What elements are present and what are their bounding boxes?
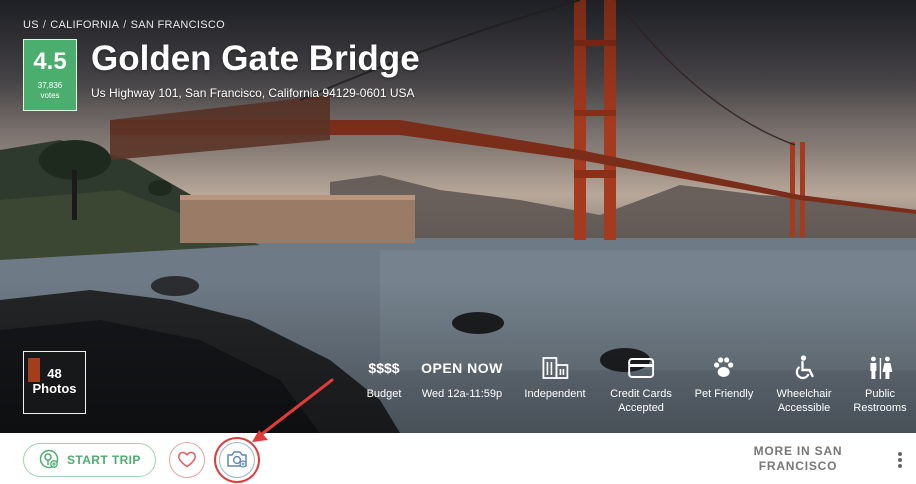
features-bar: $$$$ Budget OPEN NOW Wed 12a-11:59p Inde…: [0, 355, 916, 425]
price-icon: $$$$: [368, 360, 400, 376]
restroom-icon: [853, 355, 906, 381]
paw-icon: [695, 355, 754, 381]
feature-budget: $$$$ Budget: [367, 355, 402, 401]
feature-label: Independent: [524, 388, 586, 400]
camera-add-icon: [226, 449, 248, 472]
feature-hours: OPEN NOW Wed 12a-11:59p: [421, 355, 503, 401]
heart-icon: [177, 450, 197, 471]
building-icon: [524, 355, 585, 381]
rating-score: 4.5: [33, 48, 67, 75]
open-now-status: OPEN NOW: [421, 360, 503, 376]
page-title: Golden Gate Bridge: [91, 39, 420, 78]
place-address: Us Highway 101, San Francisco, Californi…: [91, 86, 415, 100]
add-photo-button[interactable]: [219, 442, 255, 478]
breadcrumb: US / CALIFORNIA / SAN FRANCISCO: [23, 19, 225, 31]
start-trip-label: START TRIP: [67, 453, 141, 467]
feature-pet-friendly: Pet Friendly: [694, 355, 754, 401]
feature-label: Budget: [366, 388, 402, 400]
trip-add-icon: [39, 449, 59, 472]
feature-label: Public Restrooms: [853, 388, 907, 414]
action-bar: START TRIP MORE IN SAN FRANCISCO: [0, 433, 916, 484]
favorite-button[interactable]: [169, 442, 205, 478]
breadcrumb-separator: /: [123, 19, 127, 31]
feature-label: Pet Friendly: [694, 388, 754, 400]
more-in-line1: MORE IN SAN: [753, 444, 843, 458]
wheelchair-icon: [776, 355, 831, 381]
start-trip-button[interactable]: START TRIP: [23, 443, 156, 477]
breadcrumb-san-francisco[interactable]: SAN FRANCISCO: [131, 19, 225, 31]
feature-restrooms: Public Restrooms: [853, 355, 907, 415]
more-in-line2: FRANCISCO: [758, 459, 838, 473]
breadcrumb-us[interactable]: US: [23, 19, 39, 31]
credit-card-icon: [610, 355, 672, 381]
feature-label: Credit Cards Accepted: [610, 388, 672, 414]
feature-label: Wheelchair Accessible: [776, 388, 832, 414]
feature-label: Wed 12a-11:59p: [421, 388, 503, 400]
more-options-icon[interactable]: [893, 452, 907, 470]
feature-wheelchair: Wheelchair Accessible: [776, 355, 832, 415]
feature-independent: Independent: [524, 355, 586, 401]
rating-badge: 4.5 37,836 votes: [23, 39, 77, 111]
more-in-city-link[interactable]: MORE IN SAN FRANCISCO: [738, 444, 858, 474]
rating-votes-unit: votes: [40, 91, 60, 100]
breadcrumb-separator: /: [42, 19, 47, 31]
feature-credit-cards: Credit Cards Accepted: [610, 355, 672, 415]
hero-banner: US / CALIFORNIA / SAN FRANCISCO 4.5 37,8…: [0, 0, 916, 433]
rating-votes-count: 37,836: [37, 81, 63, 90]
breadcrumb-california[interactable]: CALIFORNIA: [50, 19, 119, 31]
